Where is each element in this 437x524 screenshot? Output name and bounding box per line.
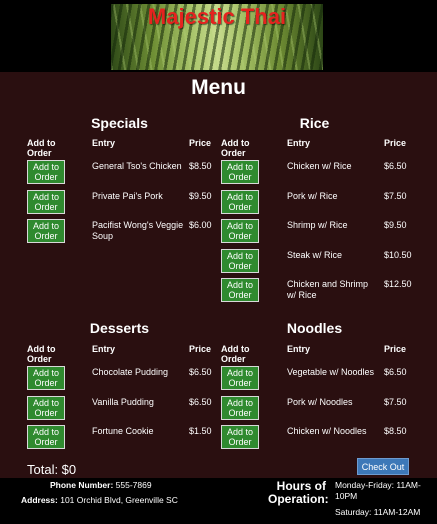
column-header-entry: Entry: [92, 344, 116, 354]
item-price: $6.50: [384, 161, 407, 171]
add-to-order-button[interactable]: Add to Order: [221, 189, 259, 214]
item-price: $7.50: [384, 190, 407, 201]
address-label: Address:: [21, 495, 58, 505]
section-title-desserts: Desserts: [89, 320, 150, 336]
footer: Phone Number: 555-7869 Address: 101 Orch…: [0, 478, 437, 524]
checkout-button[interactable]: Check Out: [357, 458, 409, 475]
item-name: Vegetable w/ Noodles: [287, 367, 375, 377]
item-name: Vanilla Pudding: [92, 396, 154, 407]
top-bar: Majestic Thai: [0, 0, 437, 72]
item-price: $6.50: [189, 396, 212, 407]
hours-weekday: Monday-Friday: 11AM-10PM: [335, 480, 421, 501]
item-name: Pork w/ Rice: [287, 190, 338, 201]
column-header-price: Price: [384, 344, 407, 354]
add-to-order-button[interactable]: Add to Order: [221, 248, 259, 273]
column-header-add: Add to Order: [27, 138, 56, 158]
column-header-add: Add to Order: [27, 344, 56, 364]
column-header-price: Price: [189, 138, 212, 148]
phone-label: Phone Number:: [50, 480, 114, 490]
item-price: $12.50: [384, 279, 412, 289]
address-text: 101 Orchid Blvd, Greenville SC: [60, 495, 178, 505]
logo-text: Majestic Thai: [147, 4, 287, 29]
column-header-add: Add to Order: [221, 138, 250, 158]
item-name: Chicken and Shrimp w/ Rice: [287, 279, 369, 300]
item-price: $8.50: [189, 161, 212, 171]
add-to-order-button[interactable]: Add to Order: [27, 366, 65, 390]
item-name: Steak w/ Rice: [287, 249, 343, 260]
add-to-order-button[interactable]: Add to Order: [221, 395, 259, 420]
phone-number: 555-7869: [115, 480, 152, 490]
column-header-price: Price: [189, 344, 212, 354]
add-to-order-button[interactable]: Add to Order: [221, 425, 259, 449]
add-to-order-button[interactable]: Add to Order: [221, 278, 259, 302]
cart-total: Total: $0: [27, 462, 77, 477]
item-name: Pacifist Wong's Veggie Soup: [92, 220, 184, 241]
item-price: $7.50: [384, 396, 407, 407]
item-name: Pork w/ Noodles: [287, 396, 353, 407]
item-name: Chocolate Pudding: [92, 367, 169, 377]
item-name: General Tso's Chicken: [92, 161, 182, 171]
item-price: $9.50: [384, 220, 407, 230]
item-price: $8.50: [384, 426, 407, 436]
section-title-noodles: Noodles: [286, 320, 343, 336]
add-to-order-button[interactable]: Add to Order: [27, 160, 65, 184]
restaurant-logo: Majestic Thai: [111, 4, 323, 70]
add-to-order-button[interactable]: Add to Order: [27, 425, 65, 449]
hours-label: Hours of Operation:: [268, 479, 329, 506]
add-to-order-button[interactable]: Add to Order: [27, 219, 65, 243]
item-price: $6.50: [189, 367, 212, 377]
section-title-rice: Rice: [299, 115, 330, 131]
item-name: Shrimp w/ Rice: [287, 220, 348, 230]
address-info: Address: 101 Orchid Blvd, Greenville SC: [21, 495, 178, 506]
item-price: $9.50: [189, 190, 212, 201]
hours-saturday: Saturday: 11AM-12AM: [335, 507, 421, 517]
item-name: Chicken w/ Noodles: [287, 426, 367, 436]
item-name: Private Pai's Pork: [92, 190, 163, 201]
section-title-specials: Specials: [91, 115, 148, 131]
column-header-entry: Entry: [92, 138, 116, 148]
add-to-order-button[interactable]: Add to Order: [221, 160, 259, 184]
page-title: Menu: [191, 76, 246, 99]
column-header-entry: Entry: [287, 138, 311, 148]
add-to-order-button[interactable]: Add to Order: [221, 366, 259, 390]
item-name: Chicken w/ Rice: [287, 161, 352, 171]
phone-info: Phone Number: 555-7869: [50, 480, 152, 491]
column-header-add: Add to Order: [221, 344, 250, 364]
add-to-order-button[interactable]: Add to Order: [221, 219, 259, 243]
item-price: $1.50: [189, 426, 212, 436]
item-price: $6.50: [384, 367, 407, 377]
item-price: $6.00: [189, 220, 212, 230]
item-price: $10.50: [384, 249, 412, 260]
item-name: Fortune Cookie: [92, 426, 154, 436]
add-to-order-button[interactable]: Add to Order: [27, 395, 65, 420]
column-header-price: Price: [384, 138, 407, 148]
add-to-order-button[interactable]: Add to Order: [27, 189, 65, 214]
column-header-entry: Entry: [287, 344, 311, 354]
